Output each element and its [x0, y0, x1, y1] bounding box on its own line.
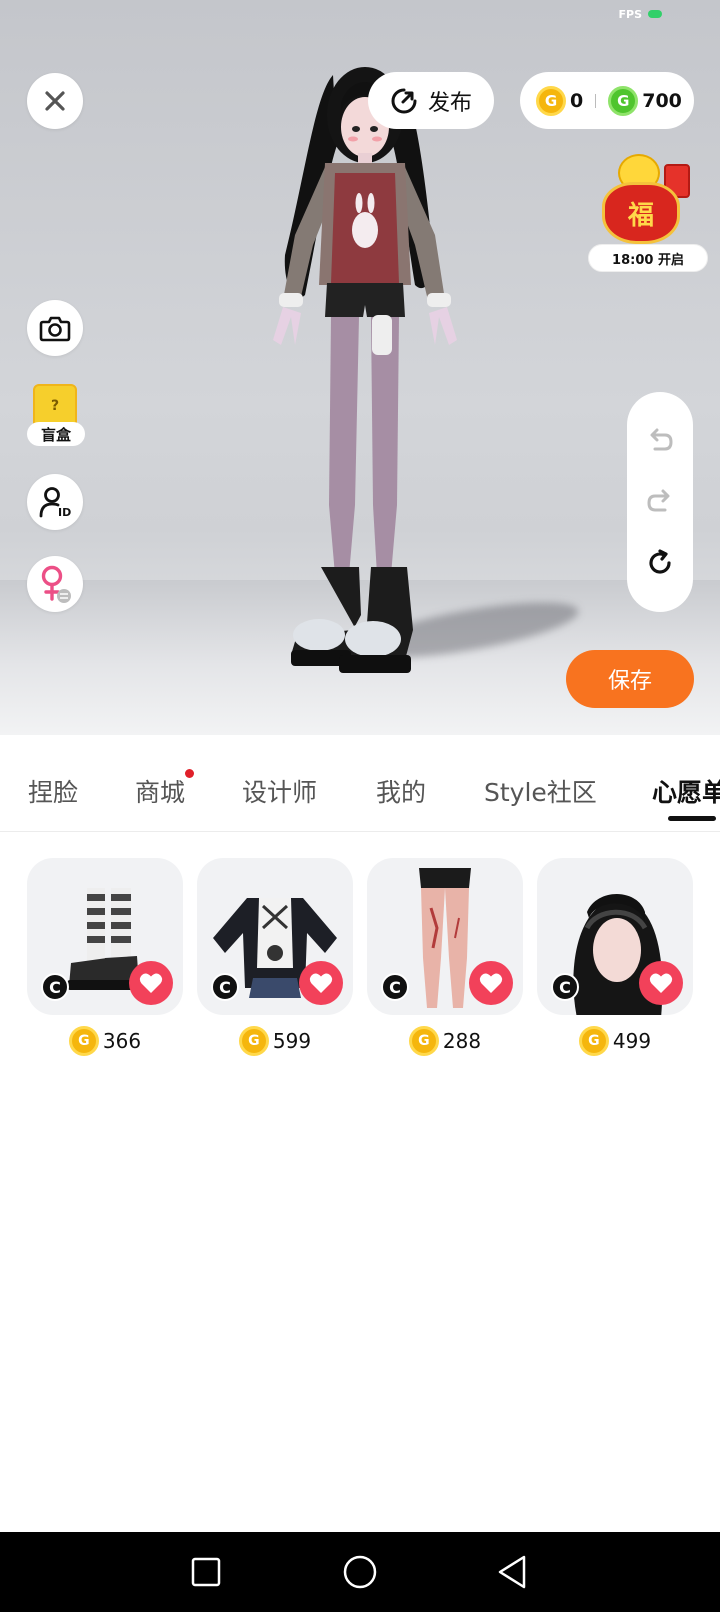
gender-switch-button[interactable] [27, 556, 83, 612]
gold-coin-icon: G [238, 1026, 269, 1056]
camera-icon [39, 316, 71, 342]
redo-button[interactable] [640, 482, 680, 522]
creator-badge: C [551, 973, 579, 1001]
tab-label: 设计师 [242, 778, 318, 807]
heart-icon [479, 973, 503, 993]
creator-badge: C [211, 973, 239, 1001]
fps-indicator [648, 10, 662, 18]
avatar-character[interactable] [255, 55, 475, 705]
notification-dot [185, 769, 195, 778]
tab-label: Style社区 [484, 778, 597, 807]
active-tab-indicator [668, 816, 716, 821]
id-button[interactable]: ID [27, 474, 83, 530]
fps-label: FPS [618, 8, 643, 21]
user-id-icon: ID [39, 487, 71, 519]
publish-button[interactable]: 发布 [368, 72, 494, 129]
item-price: G 599 [197, 1024, 353, 1058]
back-button[interactable] [490, 1550, 534, 1594]
heart-icon [139, 973, 163, 993]
wishlist-item[interactable]: C G 599 [197, 858, 353, 1058]
price-value: 499 [612, 1029, 652, 1053]
currency-balance[interactable]: G 0 G 700 [520, 72, 694, 129]
gold-coin-icon: G [68, 1026, 99, 1056]
reset-icon [649, 549, 671, 574]
gold-coin-amount: 0 [570, 89, 584, 112]
undo-icon [650, 428, 673, 451]
undo-button[interactable] [640, 421, 680, 461]
fortune-open-time: 18:00 开启 [588, 244, 708, 272]
blindbox-label: 盲盒 [27, 422, 85, 446]
wishlist-heart-button[interactable] [469, 961, 513, 1005]
tab-mine[interactable]: 我的 [376, 773, 426, 809]
heart-icon [649, 973, 673, 993]
heart-icon [309, 973, 333, 993]
back-triangle-icon [498, 1555, 526, 1589]
wishlist-heart-button[interactable] [299, 961, 343, 1005]
gold-coin-icon: G [408, 1026, 439, 1056]
price-value: 599 [272, 1029, 312, 1053]
circle-icon [343, 1555, 377, 1589]
tab-wishlist[interactable]: 心愿单 [652, 773, 720, 809]
system-navigation-bar [0, 1532, 720, 1612]
tab-mall[interactable]: 商城 [135, 769, 195, 809]
creator-badge: C [41, 973, 69, 1001]
green-coin-amount: 700 [642, 89, 682, 112]
creator-badge: C [381, 973, 409, 1001]
redo-icon [647, 489, 670, 512]
tab-label: 商城 [135, 778, 186, 807]
female-gender-icon [41, 565, 71, 603]
gold-coin-icon: G [578, 1026, 609, 1056]
close-button[interactable] [27, 73, 83, 129]
wishlist-grid: C G 366 C G 599 C G 288 C G 499 [0, 858, 720, 1058]
green-coin-icon: G [608, 85, 639, 116]
save-button[interactable]: 保存 [566, 650, 694, 708]
item-price: G 288 [367, 1024, 523, 1058]
wishlist-heart-button[interactable] [129, 961, 173, 1005]
tab-style-community[interactable]: Style社区 [484, 773, 597, 809]
svg-text:ID: ID [58, 506, 71, 519]
wishlist-item[interactable]: C G 499 [537, 858, 693, 1058]
item-price: G 366 [27, 1024, 183, 1058]
reset-button[interactable] [640, 543, 680, 583]
tab-face[interactable]: 捏脸 [28, 773, 78, 809]
recent-apps-button[interactable] [184, 1550, 228, 1594]
wishlist-item[interactable]: C G 366 [27, 858, 183, 1058]
square-icon [191, 1557, 221, 1587]
tab-label: 我的 [376, 778, 427, 807]
fortune-bag-event[interactable]: 福 18:00 开启 [588, 152, 708, 272]
home-button[interactable] [338, 1550, 382, 1594]
category-tabs: 捏脸 商城 设计师 我的 Style社区 心愿单 [0, 735, 720, 832]
avatar-viewport[interactable]: FPS 发布 G 0 G 700 福 18:00 开启 ? 盲盒 ID 保存 [0, 0, 720, 735]
currency-divider [595, 93, 597, 108]
publish-label: 发布 [427, 90, 472, 116]
fortune-bag-icon: 福 [602, 182, 680, 244]
close-icon [45, 91, 65, 111]
tab-label: 心愿单 [652, 778, 720, 807]
price-value: 366 [102, 1029, 142, 1053]
wishlist-item[interactable]: C G 288 [367, 858, 523, 1058]
price-value: 288 [442, 1029, 482, 1053]
wishlist-heart-button[interactable] [639, 961, 683, 1005]
history-panel [627, 392, 693, 612]
tab-designer[interactable]: 设计师 [242, 773, 317, 809]
camera-button[interactable] [27, 300, 83, 356]
tab-label: 捏脸 [28, 778, 79, 807]
gold-coin-icon: G [536, 85, 566, 116]
publish-icon [391, 88, 417, 113]
item-price: G 499 [537, 1024, 693, 1058]
blindbox-button[interactable]: ? 盲盒 [27, 384, 87, 450]
